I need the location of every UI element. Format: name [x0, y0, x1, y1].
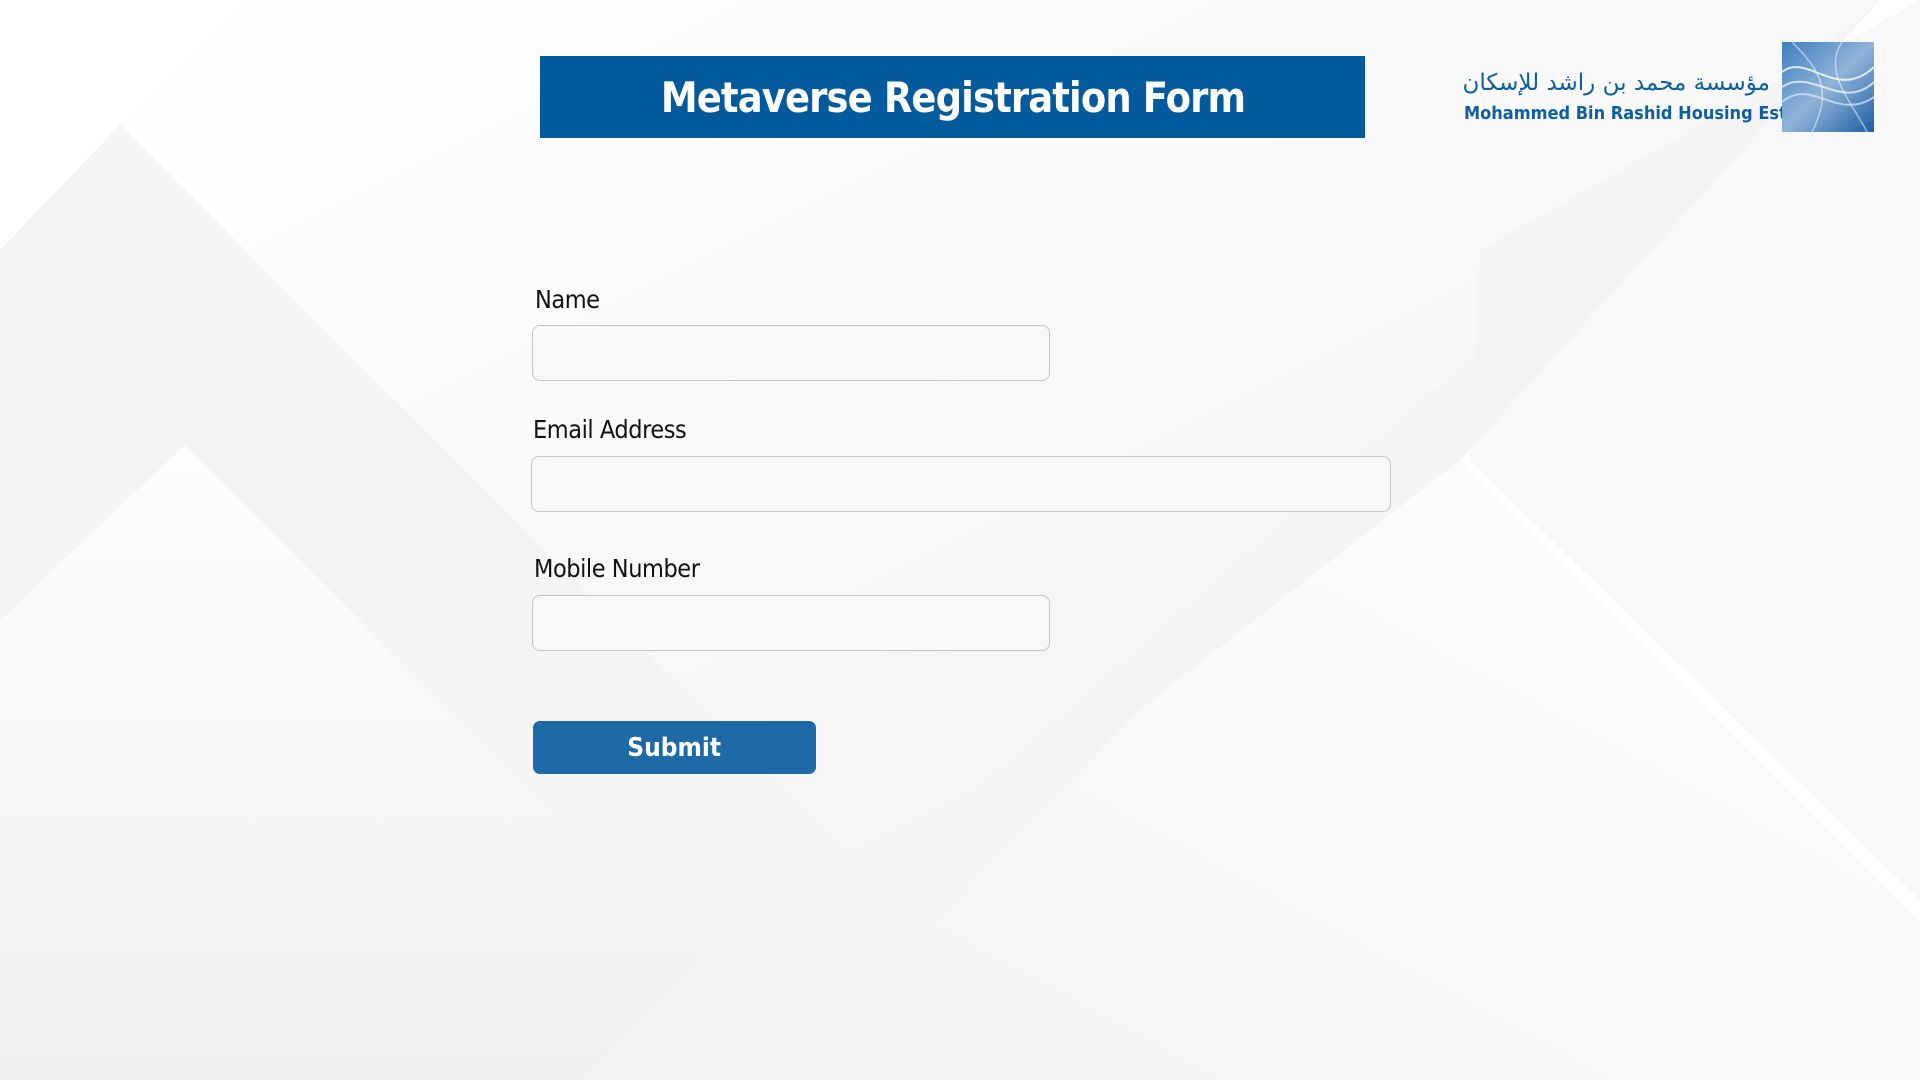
mobile-label: Mobile Number: [534, 554, 700, 583]
name-label: Name: [535, 285, 600, 314]
name-input[interactable]: [532, 325, 1050, 381]
submit-button-label: Submit: [627, 732, 722, 763]
mobile-input[interactable]: [532, 595, 1050, 651]
logo-emblem-icon: [1782, 42, 1874, 132]
title-banner: Metaverse Registration Form: [540, 56, 1365, 138]
logo-english-name: Mohammed Bin Rashid Housing Est.: [1464, 103, 1793, 124]
organization-logo: مؤسسة محمد بن راشد للإسكان Mohammed Bin …: [1440, 42, 1874, 134]
email-input[interactable]: [531, 456, 1391, 512]
submit-button[interactable]: Submit: [533, 721, 816, 774]
page-title: Metaverse Registration Form: [660, 72, 1245, 122]
email-label: Email Address: [533, 415, 687, 444]
logo-arabic-name: مؤسسة محمد بن راشد للإسكان: [1462, 70, 1770, 96]
background-pattern: [0, 0, 1920, 1080]
